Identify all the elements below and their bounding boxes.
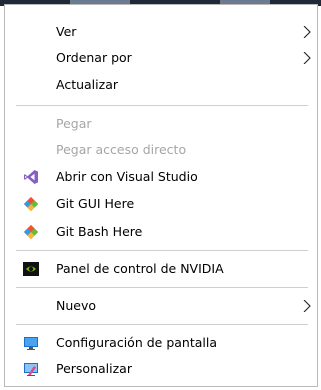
menu-item-panel-de-control-de-nvidia[interactable]: Panel de control de NVIDIA: [5, 256, 317, 282]
menu-item-label: Personalizar: [56, 361, 132, 376]
menu-item-configuracion-de-pantalla[interactable]: Configuración de pantalla: [5, 330, 317, 356]
menu-item-actualizar[interactable]: Actualizar: [5, 72, 317, 98]
git-icon: [23, 224, 39, 240]
menu-separator: [16, 324, 308, 325]
menu-item-nuevo[interactable]: Nuevo: [5, 293, 317, 319]
menu-item-git-gui-here[interactable]: Git GUI Here: [5, 191, 317, 217]
menu-item-label: Nuevo: [56, 298, 97, 313]
menu-item-ver[interactable]: Ver: [5, 19, 317, 45]
menu-separator: [16, 105, 308, 106]
menu-item-label: Abrir con Visual Studio: [56, 169, 198, 184]
menu-separator: [16, 250, 308, 251]
menu-item-label: Ordenar por: [56, 50, 132, 65]
menu-item-label: Panel de control de NVIDIA: [56, 261, 224, 276]
chevron-right-icon: [302, 52, 312, 64]
personalize-icon: [23, 361, 39, 377]
menu-item-pegar-acceso-directo: Pegar acceso directo: [5, 137, 317, 163]
menu-item-git-bash-here[interactable]: Git Bash Here: [5, 219, 317, 245]
nvidia-icon: [23, 261, 39, 277]
desktop-context-menu: Ver Ordenar por Actualizar Pegar Pegar a…: [4, 4, 318, 387]
menu-item-label: Pegar acceso directo: [56, 142, 187, 157]
menu-item-label: Pegar: [56, 116, 92, 131]
menu-item-label: Configuración de pantalla: [56, 335, 217, 350]
menu-item-label: Git GUI Here: [56, 196, 135, 211]
display-settings-icon: [23, 335, 39, 351]
visual-studio-icon: [23, 169, 39, 185]
menu-item-label: Actualizar: [56, 77, 118, 92]
git-icon: [23, 196, 39, 212]
menu-item-ordenar-por[interactable]: Ordenar por: [5, 45, 317, 71]
chevron-right-icon: [302, 300, 312, 312]
menu-item-personalizar[interactable]: Personalizar: [5, 356, 317, 382]
menu-item-label: Ver: [56, 24, 77, 39]
menu-item-pegar: Pegar: [5, 111, 317, 137]
chevron-right-icon: [302, 26, 312, 38]
menu-item-label: Git Bash Here: [56, 224, 143, 239]
menu-separator: [16, 287, 308, 288]
menu-item-abrir-con-visual-studio[interactable]: Abrir con Visual Studio: [5, 164, 317, 190]
